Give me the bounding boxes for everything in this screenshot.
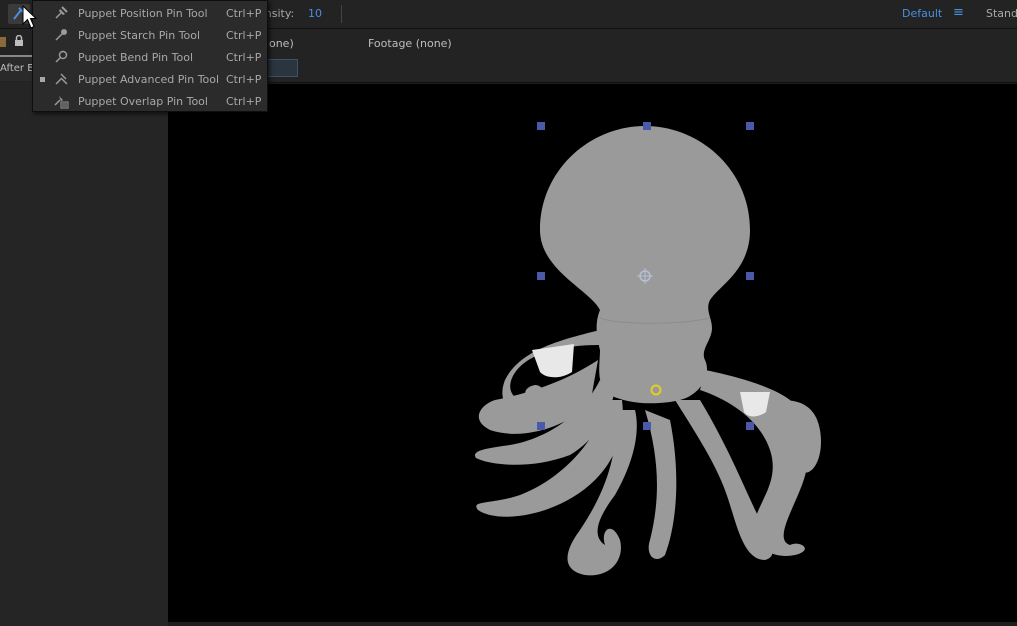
composition-viewer[interactable]: [168, 84, 1017, 622]
mouse-cursor-icon: [22, 5, 38, 29]
advanced-pin-icon: [55, 73, 68, 85]
lock-icon[interactable]: [14, 35, 24, 47]
menu-item-shortcut: Ctrl+P: [226, 7, 262, 20]
starch-pin-icon: [55, 29, 67, 41]
puppet-tool-menu: Puppet Position Pin Tool Ctrl+P Puppet S…: [32, 0, 268, 112]
menu-item-shortcut: Ctrl+P: [226, 29, 262, 42]
menu-item-starch-pin[interactable]: Puppet Starch Pin Tool Ctrl+P: [33, 24, 267, 46]
menu-item-shortcut: Ctrl+P: [226, 73, 262, 86]
menu-item-advanced-pin[interactable]: Puppet Advanced Pin Tool Ctrl+P: [33, 68, 267, 90]
bend-pin-icon: [55, 50, 68, 63]
puppet-pin[interactable]: [168, 84, 1017, 622]
menu-item-label: Puppet Bend Pin Tool: [78, 51, 194, 64]
workspace-standard-tab[interactable]: Standa: [986, 7, 1017, 20]
menu-item-shortcut: Ctrl+P: [226, 95, 262, 108]
menu-item-position-pin[interactable]: Puppet Position Pin Tool Ctrl+P: [33, 2, 267, 24]
selected-bullet-icon: [40, 77, 45, 82]
overlap-pin-icon: [54, 96, 69, 109]
menu-item-label: Puppet Starch Pin Tool: [78, 29, 201, 42]
menu-item-shortcut: Ctrl+P: [226, 51, 262, 64]
label-color-swatch: [0, 37, 6, 47]
menu-item-label: Puppet Advanced Pin Tool: [78, 73, 220, 86]
project-panel: [0, 82, 169, 626]
menu-item-overlap-pin[interactable]: Puppet Overlap Pin Tool Ctrl+P: [33, 90, 267, 112]
toolbar-divider: [341, 5, 342, 23]
workspace-menu-icon[interactable]: ≡: [953, 5, 964, 20]
viewer-bottom-edge: [168, 622, 1017, 626]
menu-item-label: Puppet Position Pin Tool: [78, 7, 208, 20]
menu-item-label: Puppet Overlap Pin Tool: [78, 95, 208, 108]
project-tab[interactable]: After E: [0, 55, 32, 81]
footage-label: Footage (none): [368, 37, 452, 50]
density-value[interactable]: 10: [308, 7, 322, 20]
pushpin-icon: [55, 6, 68, 19]
workspace-default-tab[interactable]: Default: [902, 7, 942, 20]
menu-item-bend-pin[interactable]: Puppet Bend Pin Tool Ctrl+P: [33, 46, 267, 68]
